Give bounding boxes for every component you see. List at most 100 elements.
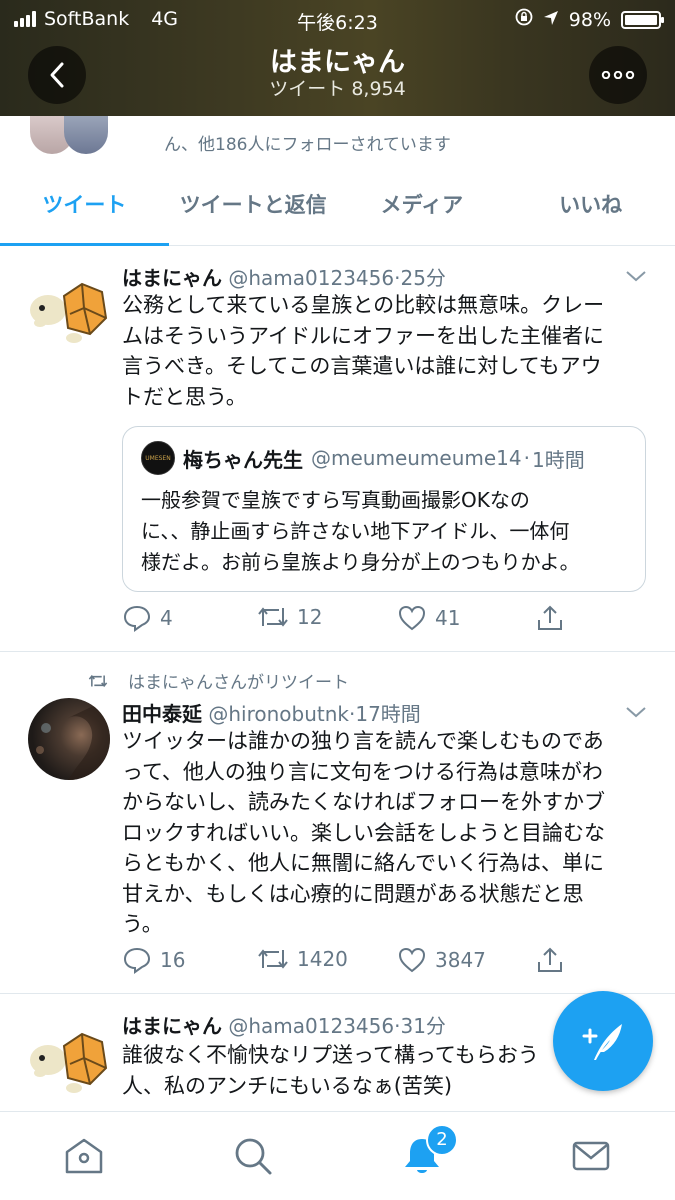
rotation-lock-icon <box>515 8 533 31</box>
author-handle: @hama0123456 <box>228 266 395 290</box>
author-name[interactable]: はまにゃん <box>122 1014 222 1038</box>
avatar[interactable] <box>28 698 110 780</box>
retweet-button[interactable]: 12 <box>257 604 322 630</box>
heart-icon <box>398 947 426 973</box>
retweet-icon <box>88 674 108 687</box>
status-bar: SoftBank 4G 午後6:23 98% <box>0 6 675 34</box>
profile-header: SoftBank 4G 午後6:23 98% はまにゃん ツイート 8,954 <box>0 0 675 116</box>
reply-count: 16 <box>160 948 186 972</box>
status-right: 98% <box>515 8 664 31</box>
tweet-text-line: って、他人の独り言に文句をつける行為は意味がわ <box>122 759 603 784</box>
tweet-text-line: ムはそういうアイドルにオファーを出した主催者に <box>122 323 604 348</box>
tweet-text: 公務として来ている皇族との比較は無意味。クレー ムはそういうアイドルにオファーを… <box>122 290 642 412</box>
author-name[interactable]: はまにゃん <box>122 266 222 290</box>
share-icon <box>538 605 562 630</box>
tweet-time: 17時間 <box>355 702 421 726</box>
like-button[interactable]: 41 <box>397 604 460 632</box>
reply-count: 4 <box>160 606 173 630</box>
quoted-author-name: 梅ちゃん先生 <box>183 447 303 472</box>
chevron-down-icon[interactable] <box>625 266 647 287</box>
reply-button[interactable]: 4 <box>122 604 173 632</box>
more-options-button[interactable] <box>589 46 647 104</box>
followed-by-strip[interactable]: ん、他186人にフォローされています <box>0 116 675 166</box>
nav-notifications[interactable]: 2 <box>400 1124 458 1178</box>
tweet-text-line: からないし、読みたくなければフォローを外すかブ <box>122 790 605 814</box>
avatar[interactable] <box>26 1016 110 1100</box>
turtle-avatar-icon <box>26 266 110 350</box>
avatar[interactable] <box>26 266 110 350</box>
tab-likes[interactable]: いいね <box>506 166 675 245</box>
follower-avatar <box>64 116 108 154</box>
tweet-text-line: トだと思う。 <box>122 384 247 409</box>
tab-media[interactable]: メディア <box>338 166 507 245</box>
turtle-avatar-icon <box>26 1016 110 1100</box>
tweet-actions: 16 1420 3847 <box>122 946 572 980</box>
retweet-count: 1420 <box>297 947 348 971</box>
share-button[interactable] <box>536 946 564 974</box>
tweet[interactable]: はまにゃんさんがリツイート 田中泰延 @hironobutnk·17時間 ツイッ… <box>0 652 675 994</box>
like-button[interactable]: 3847 <box>397 946 486 974</box>
share-icon <box>538 947 562 972</box>
profile-tabs: ツイート ツイートと返信 メディア いいね <box>0 166 675 246</box>
quoted-text-line: 一般参賀で皇族ですら写真動画撮影OKなの <box>141 488 530 512</box>
tweet-meta: はまにゃん @hama0123456·25分 <box>122 266 446 290</box>
tweet-text-line: 公務として来ている皇族との比較は無意味。クレー <box>122 293 605 317</box>
tweet-count: ツイート 8,954 <box>269 78 406 100</box>
search-icon <box>235 1138 272 1175</box>
retweet-icon <box>258 607 288 627</box>
tweet-text-line: 誰彼なく不愉快なリプ送って構ってもらおう <box>122 1043 539 1067</box>
heart-icon <box>398 605 426 631</box>
tweet-meta: 田中泰延 @hironobutnk·17時間 <box>122 702 421 726</box>
tweet-text-line: らともかく、他人に無闇に絡んでいく行為は、単に <box>122 851 604 875</box>
share-button[interactable] <box>536 604 564 632</box>
tweet-actions: 4 12 41 <box>122 604 572 638</box>
author-name[interactable]: 田中泰延 <box>122 702 202 726</box>
bottom-nav: 2 <box>0 1111 675 1200</box>
retweet-count: 12 <box>297 605 323 629</box>
tweet-meta: はまにゃん @hama0123456·31分 <box>122 1014 446 1038</box>
location-icon <box>543 9 559 31</box>
mail-icon <box>572 1141 610 1171</box>
retweeted-by: はまにゃんさんがリツイート <box>88 668 349 693</box>
quoted-author-handle: @meumeumeume14 <box>311 446 522 470</box>
quoted-text-line: 様だよ。お前ら皇族より身分が上のつもりかよ。 <box>141 550 580 574</box>
tweet-text: ツイッターは誰かの独り言を読んで楽しむものであ って、他人の独り言に文句をつける… <box>122 726 642 940</box>
battery-percent: 98% <box>568 8 611 31</box>
quoted-avatar: UMESEN <box>141 441 175 475</box>
nav-search[interactable] <box>231 1134 275 1178</box>
retweet-icon <box>258 949 288 969</box>
quoted-text-line: に、、静止画すら許さない地下アイドル、一体何 <box>141 519 570 543</box>
tweet-text: 誰彼なく不愉快なリプ送って構ってもらおう 人、私のアンチにもいるなぁ(苦笑) <box>122 1040 572 1101</box>
compose-tweet-button[interactable] <box>553 991 653 1091</box>
nav-messages[interactable] <box>569 1134 613 1178</box>
home-icon <box>65 1138 103 1174</box>
quoted-tweet-meta: UMESEN 梅ちゃん先生 @meumeumeume14 · 1時間 <box>141 441 585 475</box>
tweet-text-line: ツイッターは誰かの独り言を読んで楽しむものであ <box>122 729 604 753</box>
nav-home[interactable] <box>62 1134 106 1178</box>
retweet-button[interactable]: 1420 <box>257 946 348 972</box>
like-count: 41 <box>435 606 461 630</box>
retweeted-by-text: はまにゃんさんがリツイート <box>128 673 349 693</box>
tweet-text-line: 言うべき。そしてこの言葉遣いは誰に対してもアウ <box>122 354 602 378</box>
tab-tweets[interactable]: ツイート <box>0 166 169 246</box>
followed-by-text: ん、他186人にフォローされています <box>164 135 451 155</box>
compose-feather-icon <box>582 1024 622 1060</box>
like-count: 3847 <box>435 948 486 972</box>
tweet-time: 25分 <box>400 266 446 290</box>
person-photo-icon <box>36 698 110 780</box>
reply-button[interactable]: 16 <box>122 946 185 974</box>
reply-icon <box>123 947 151 974</box>
battery-icon <box>621 10 664 29</box>
quoted-text: 一般参賀で皇族ですら写真動画撮影OKなの に、、静止画すら許さない地下アイドル、… <box>141 485 633 578</box>
tweet-text-line: う。 <box>122 912 163 936</box>
tweet[interactable]: はまにゃん @hama0123456·25分 公務として来ている皇族との比較は無… <box>0 246 675 652</box>
tweet-time: 31分 <box>400 1014 446 1038</box>
chevron-down-icon[interactable] <box>625 702 647 723</box>
tweet-text-line: 人、私のアンチにもいるなぁ(苦笑) <box>122 1073 453 1098</box>
quoted-tweet[interactable]: UMESEN 梅ちゃん先生 @meumeumeume14 · 1時間 一般参賀で皇族… <box>122 426 646 592</box>
notification-badge: 2 <box>426 1124 458 1156</box>
reply-icon <box>123 605 151 632</box>
tweet-text-line: ロックすればいい。楽しい会話をしようと目論むな <box>122 820 605 845</box>
more-icon <box>601 71 635 79</box>
tab-tweets-and-replies[interactable]: ツイートと返信 <box>169 166 338 245</box>
